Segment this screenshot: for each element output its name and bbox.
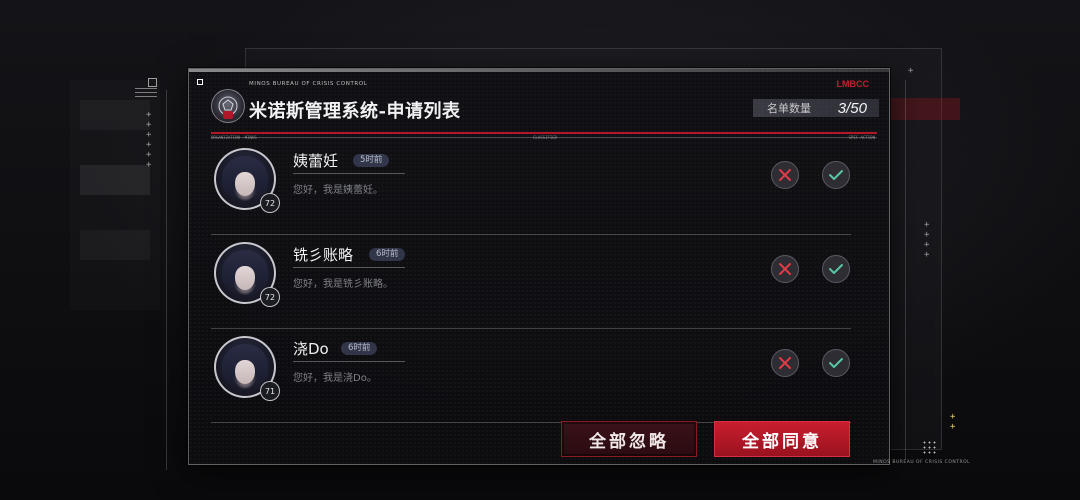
corner-mark-icon bbox=[148, 78, 157, 87]
accept-button[interactable] bbox=[822, 255, 850, 283]
plus-ticks-icon: + + + + + + bbox=[146, 110, 152, 170]
bureau-emblem-icon bbox=[211, 89, 245, 123]
background-red-block bbox=[890, 98, 960, 120]
header-red-divider bbox=[211, 132, 877, 134]
game-screen: + + + + + + + + + + + + + MINOS BUREAU OF CRISIS … bbox=[0, 0, 1080, 500]
dots-grid-icon bbox=[922, 440, 938, 456]
plus-ticks-icon: + + + + bbox=[924, 220, 930, 260]
request-message: 您好，我是姨蕾妊。 bbox=[293, 185, 383, 196]
requester-name: 姨蕾妊 bbox=[293, 152, 339, 170]
time-badge: 6时前 bbox=[341, 342, 378, 355]
name-underline bbox=[293, 267, 405, 268]
divider bbox=[905, 80, 906, 460]
avatar-face bbox=[235, 172, 255, 196]
level-badge: 72 bbox=[260, 193, 280, 213]
avatar[interactable]: 72 bbox=[214, 148, 280, 213]
request-list: 72 姨蕾妊 5时前 您好，我是姨蕾妊。 72 铣彡账略 6时前 您好，我是铣彡… bbox=[211, 141, 851, 423]
accept-button[interactable] bbox=[822, 349, 850, 377]
page-title: 米诺斯管理系统-申请列表 bbox=[249, 101, 461, 122]
avatar[interactable]: 72 bbox=[214, 242, 280, 307]
panel-top-border bbox=[189, 69, 889, 72]
request-message: 您好，我是铣彡账略。 bbox=[293, 279, 393, 290]
time-badge: 5时前 bbox=[353, 154, 390, 167]
reject-button[interactable] bbox=[771, 161, 799, 189]
reject-button[interactable] bbox=[771, 255, 799, 283]
level-badge: 71 bbox=[260, 381, 280, 401]
list-item: 71 浇Do 6时前 您好，我是浇Do。 bbox=[211, 329, 851, 423]
requester-name: 铣彡账略 bbox=[293, 246, 354, 264]
header-micro-label: SPEC·ACTION bbox=[848, 135, 876, 140]
corner-square-icon bbox=[197, 79, 203, 85]
list-count-box: 名单数量 3/50 bbox=[753, 99, 879, 117]
list-item: 72 姨蕾妊 5时前 您好，我是姨蕾妊。 bbox=[211, 141, 851, 235]
ignore-all-button[interactable]: 全部忽略 bbox=[561, 421, 697, 457]
dash-lines-icon bbox=[135, 88, 157, 100]
avatar[interactable]: 71 bbox=[214, 336, 280, 401]
header-micro-label: CLASSIFIED bbox=[533, 135, 558, 140]
footer-org-name: MINOS BUREAU OF CRISIS CONTROL bbox=[873, 460, 971, 465]
check-icon bbox=[829, 264, 843, 274]
divider bbox=[166, 90, 167, 470]
avatar-face bbox=[235, 266, 255, 290]
emblem-red-mark bbox=[223, 111, 233, 119]
close-icon bbox=[779, 169, 791, 181]
check-icon bbox=[829, 170, 843, 180]
level-badge: 72 bbox=[260, 287, 280, 307]
request-message: 您好，我是浇Do。 bbox=[293, 373, 377, 384]
list-count-label: 名单数量 bbox=[767, 102, 811, 115]
corner-tag: LMBCC bbox=[836, 79, 870, 89]
sparkle-icon: + + bbox=[950, 412, 956, 432]
background-sidebar-item bbox=[80, 165, 150, 195]
org-name: MINOS BUREAU OF CRISIS CONTROL bbox=[249, 81, 368, 87]
name-underline bbox=[293, 361, 405, 362]
list-count-value: 3/50 bbox=[837, 99, 867, 117]
time-badge: 6时前 bbox=[369, 248, 406, 261]
check-icon bbox=[829, 358, 843, 368]
plus-mark-icon: + bbox=[908, 66, 914, 76]
background-sidebar-item bbox=[80, 100, 150, 130]
header-micro-label: ORGANIZATION ·MINOS bbox=[211, 135, 257, 140]
close-icon bbox=[779, 357, 791, 369]
name-underline bbox=[293, 173, 405, 174]
list-item: 72 铣彡账略 6时前 您好，我是铣彡账略。 bbox=[211, 235, 851, 329]
background-sidebar-item bbox=[80, 230, 150, 260]
accept-button[interactable] bbox=[822, 161, 850, 189]
close-icon bbox=[779, 263, 791, 275]
application-list-panel: MINOS BUREAU OF CRISIS CONTROL 米诺斯管理系统-申… bbox=[188, 68, 890, 465]
reject-button[interactable] bbox=[771, 349, 799, 377]
requester-name: 浇Do bbox=[293, 340, 329, 358]
avatar-face bbox=[235, 360, 255, 384]
accept-all-button[interactable]: 全部同意 bbox=[714, 421, 850, 457]
